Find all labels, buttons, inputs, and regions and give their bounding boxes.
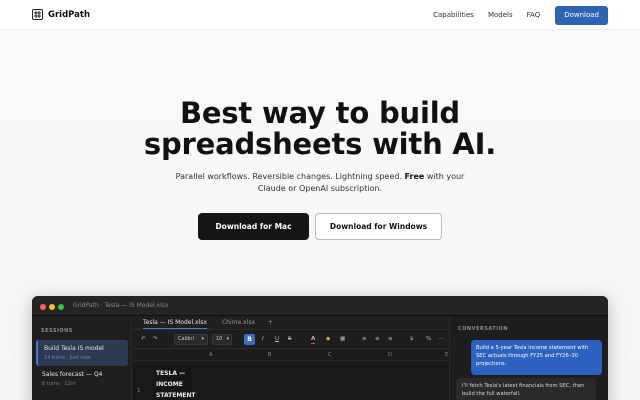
session-item[interactable]: Sales forecast — Q4 8 turns · 12m [36,366,128,392]
chevron-down-icon: ▾ [226,336,229,342]
top-nav: GridPath Capabilities Models FAQ Downloa… [0,0,640,30]
brand-logo[interactable]: GridPath [32,9,90,20]
align-right-icon[interactable]: ≡ [388,335,393,343]
tab-tesla-model[interactable]: Tesla — IS Model.xlsx [143,319,207,329]
hero-subtitle-line1: Parallel workflows. Reversible changes. … [0,171,640,183]
tab-chime[interactable]: Chime.xlsx [222,319,255,326]
currency-format-button[interactable]: $ [410,335,414,343]
add-tab-button[interactable]: + [268,319,273,326]
text-color-icon[interactable]: A [311,335,316,344]
session-meta: 14 turns · just now [44,355,91,361]
maximize-window-icon[interactable] [58,304,64,310]
nav-link-models[interactable]: Models [488,5,513,25]
minimize-window-icon[interactable] [49,304,55,310]
bold-button[interactable]: B [244,334,255,345]
session-item[interactable]: Build Tesla IS model 14 turns · just now [36,340,128,366]
subtitle-free: Free [404,172,425,181]
hero-subtitle-line2: Claude or OpenAI subscription. [257,184,383,193]
hero-subtitle: Parallel workflows. Reversible changes. … [0,171,640,195]
file-tabs: Tesla — IS Model.xlsx Chime.xlsx + [133,316,449,330]
undo-icon[interactable]: ↶ [141,335,146,343]
align-left-icon[interactable]: ≡ [362,335,367,343]
session-title: Build Tesla IS model [44,345,104,352]
nav-download-button[interactable]: Download [555,5,608,25]
column-header[interactable]: A [209,352,212,358]
nav-link-faq[interactable]: FAQ [527,5,541,25]
nav-links: Capabilities Models FAQ Download [433,5,608,25]
percent-format-button[interactable]: % [426,335,431,343]
cell-a1[interactable]: TESLA — INCOME STATEMENT [153,368,196,400]
session-meta: 8 turns · 12m [42,381,76,387]
window-titlebar: GridPath · Tesla — IS Model.xlsx [32,296,608,316]
download-windows-button[interactable]: Download for Windows [315,213,442,240]
row-header[interactable]: 1 [137,388,141,394]
font-size-value: 10 [216,336,223,342]
subtitle-text-2: with your [426,172,465,181]
hero-title-line2: spreadsheets with AI. [143,127,497,161]
conversation-heading: CONVERSATION [458,326,509,332]
sessions-heading: SESSIONS [41,328,73,334]
session-title: Sales forecast — Q4 [42,371,103,378]
font-size-select[interactable]: 10 ▾ [212,334,232,345]
hero-title-line1: Best way to build [180,96,460,130]
chevron-down-icon: ▾ [201,336,204,342]
sessions-sidebar: SESSIONS Build Tesla IS model 14 turns ·… [32,316,132,400]
borders-icon[interactable]: ▦ [340,335,345,343]
underline-button[interactable]: U [275,335,279,343]
italic-button[interactable]: I [262,335,264,343]
column-header[interactable]: B [268,352,271,358]
grid-logo-icon [32,9,43,20]
hero-title: Best way to build spreadsheets with AI. [0,98,640,160]
column-header[interactable]: D [388,352,392,358]
format-toolbar: ↶ ↷ Calibri ▾ 10 ▾ B I U S A ◆ ▦ ≡ ≡ ≡ $… [133,330,449,349]
close-window-icon[interactable] [40,304,46,310]
app-preview-window: GridPath · Tesla — IS Model.xlsx SESSION… [32,296,608,400]
conversation-panel: CONVERSATION Build a 5-year Tesla income… [449,316,608,400]
redo-icon[interactable]: ↷ [153,335,158,343]
font-select[interactable]: Calibri ▾ [174,334,208,345]
column-header[interactable]: E [445,352,448,358]
download-mac-button[interactable]: Download for Mac [198,213,309,240]
column-headers: A B C D E [133,349,449,361]
window-title: GridPath · Tesla — IS Model.xlsx [73,302,169,309]
spreadsheet-area: Tesla — IS Model.xlsx Chime.xlsx + ↶ ↷ C… [133,316,449,400]
column-header[interactable]: C [328,352,332,358]
fill-color-icon[interactable]: ◆ [326,335,330,343]
strikethrough-button[interactable]: S [288,335,292,343]
more-icon[interactable]: ⋯ [439,335,445,343]
font-value: Calibri [178,336,194,342]
nav-link-capabilities[interactable]: Capabilities [433,5,474,25]
user-message: Build a 5-year Tesla income statement wi… [471,340,602,375]
align-center-icon[interactable]: ≡ [375,335,380,343]
subtitle-text: Parallel workflows. Reversible changes. … [175,172,402,181]
brand-name: GridPath [48,9,91,20]
assistant-message: I'll fetch Tesla's latest financials fro… [456,378,596,400]
